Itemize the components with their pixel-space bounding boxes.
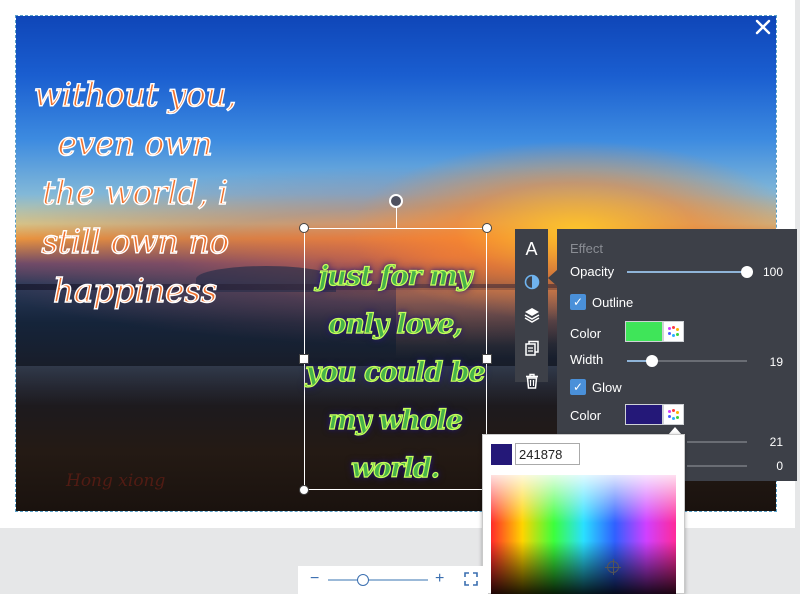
quote-line: world. [350,452,440,484]
quote-line: my whole [327,404,463,436]
delete-icon[interactable] [515,367,548,395]
layers-glyph [524,308,539,323]
opacity-slider[interactable] [627,266,753,278]
quote-line: only love, [328,308,464,340]
duplicate-glyph [524,340,539,356]
glow-opacity-slider[interactable] [687,465,747,467]
effect-panel-pointer [548,270,557,286]
opacity-value: 100 [762,265,783,279]
quote-text-left[interactable]: without you, even own the world, i still… [30,70,240,315]
color-wheel-icon [668,326,679,337]
signature-text[interactable]: Hong xiong [66,471,165,491]
quote-line: happiness [52,270,218,310]
effect-glyph [524,274,539,290]
width-value: 19 [769,355,783,369]
trash-glyph [525,373,538,389]
width-slider-knob[interactable] [646,355,658,367]
quote-line: without you, [33,74,237,114]
glow-opacity-value: 0 [776,459,783,473]
zoom-out-button[interactable]: − [310,570,319,588]
rotate-line [396,206,397,228]
current-color-swatch [491,444,512,465]
color-picker-popup [482,434,685,594]
outline-color-label: Color [570,326,602,341]
element-toolbar: A [515,229,548,389]
quote-line: even own [57,123,214,163]
glow-size-slider[interactable] [687,441,747,443]
quote-line: you could be [305,356,487,388]
width-label: Width [570,352,604,367]
quote-line: just for my [318,260,473,292]
quote-line: still own no [41,221,230,261]
outline-label: Outline [592,295,634,310]
zoom-slider-knob[interactable] [357,574,369,586]
color-picker-cursor[interactable] [605,559,621,575]
duplicate-icon[interactable] [515,334,548,362]
color-wheel-icon [668,409,679,420]
text-glyph: A [525,238,538,259]
rotate-handle[interactable] [389,194,403,208]
glow-color-swatch[interactable] [625,404,663,425]
opacity-slider-fill [627,271,747,273]
opacity-slider-knob[interactable] [741,266,753,278]
fit-screen-icon[interactable] [464,572,478,586]
color-spectrum-field[interactable] [491,475,676,594]
glow-color-picker-button[interactable] [663,404,684,425]
zoom-slider[interactable] [328,579,428,581]
close-icon[interactable] [753,18,773,38]
width-slider[interactable] [627,355,747,367]
fit-screen-glyph [464,572,478,586]
outline-checkbox[interactable]: ✓ [570,294,586,310]
quote-text-selected[interactable]: just for my only love, you could be my w… [300,253,490,493]
hex-input[interactable] [515,443,580,465]
text-icon[interactable]: A [515,235,548,263]
glow-checkbox[interactable]: ✓ [570,379,586,395]
effect-title: Effect [570,241,604,256]
glow-size-value: 21 [769,435,783,449]
effect-icon[interactable] [515,268,548,296]
outline-color-picker-button[interactable] [663,321,684,342]
glow-label: Glow [592,380,622,395]
resize-handle-top-right[interactable] [482,223,492,233]
opacity-label: Opacity [570,264,615,279]
outline-color-swatch[interactable] [625,321,663,342]
zoom-in-button[interactable]: + [435,570,444,588]
resize-handle-top-left[interactable] [299,223,309,233]
close-icon-glyph [755,19,771,35]
glow-color-label: Color [570,408,602,423]
quote-line: the world, i [41,172,229,212]
zoom-bar: − + [298,566,488,594]
layers-icon[interactable] [515,301,548,329]
